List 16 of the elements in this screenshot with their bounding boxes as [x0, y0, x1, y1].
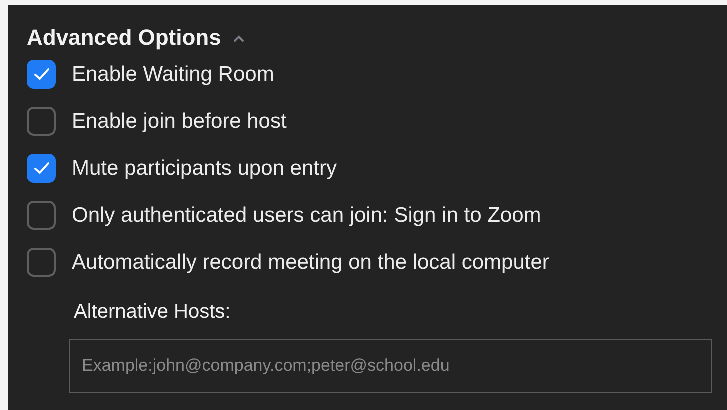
- option-label: Enable join before host: [72, 108, 287, 135]
- checkbox[interactable]: [27, 248, 56, 277]
- checkmark-icon: [34, 68, 50, 81]
- input-field[interactable]: Example:john@company.com;peter@school.edu: [69, 339, 712, 393]
- option-label: Automatically record meeting on the local computer: [72, 250, 550, 276]
- section-title: Advanced Options: [27, 24, 222, 52]
- checkbox[interactable]: [27, 201, 56, 230]
- option-label: Enable Waiting Room: [72, 62, 274, 88]
- checkmark-icon: [34, 162, 50, 175]
- checkbox[interactable]: [27, 107, 56, 136]
- option-label: Mute participants upon entry: [72, 156, 337, 182]
- checkbox[interactable]: [27, 154, 56, 183]
- field-label: Alternative Hosts:: [74, 300, 232, 325]
- checkbox[interactable]: [27, 60, 56, 89]
- chevron-icon[interactable]: [233, 35, 246, 43]
- option-label: Only authenticated users can join: Sign in to Zoom: [72, 202, 542, 229]
